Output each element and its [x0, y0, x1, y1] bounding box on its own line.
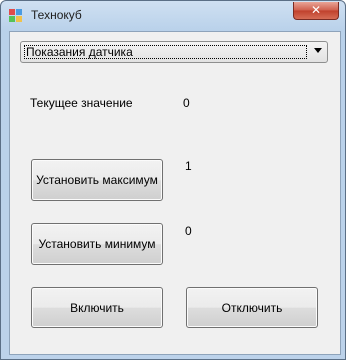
client-area: Показания датчика Текущее значение 0 Уст… — [9, 31, 341, 355]
current-value: 0 — [183, 96, 190, 110]
main-window: Технокуб ✕ Показания датчика Текущее зна… — [0, 0, 346, 360]
set-max-button[interactable]: Установить максимум — [31, 159, 163, 201]
title-bar[interactable]: Технокуб ✕ — [1, 1, 345, 31]
app-grid-icon — [9, 9, 23, 23]
chevron-down-icon — [314, 48, 322, 53]
close-button[interactable]: ✕ — [293, 2, 339, 20]
current-value-label: Текущее значение — [30, 96, 133, 110]
max-value: 1 — [185, 159, 192, 173]
window-title: Технокуб — [31, 8, 82, 22]
disable-button[interactable]: Отключить — [186, 287, 318, 328]
sensor-dropdown-value: Показания датчика — [24, 45, 307, 59]
sensor-dropdown[interactable]: Показания датчика — [20, 41, 328, 63]
enable-button[interactable]: Включить — [31, 287, 163, 328]
set-min-button[interactable]: Установить минимум — [31, 223, 163, 265]
min-value: 0 — [185, 224, 192, 238]
